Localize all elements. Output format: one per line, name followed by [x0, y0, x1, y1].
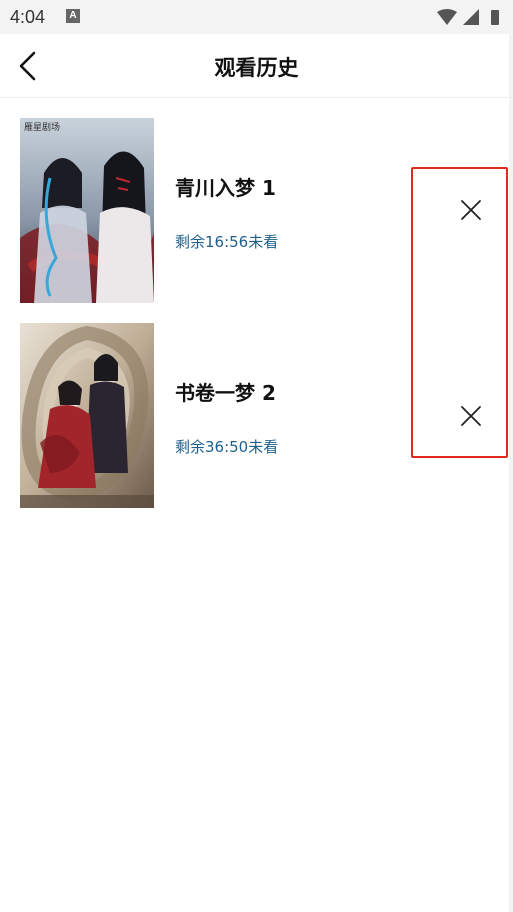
app-screen: 4:04 A 观看历史 雁星剧场 青川入梦 1 剩余16:56未看 书卷一梦 2…: [0, 0, 513, 912]
remove-item-button[interactable]: [456, 401, 486, 431]
remaining-time: 剩余16:56未看: [175, 233, 279, 251]
item-title[interactable]: 书卷一梦 2: [175, 377, 276, 406]
page-title: 观看历史: [214, 56, 299, 80]
status-time: 4:04: [10, 7, 46, 27]
signal-icon: [463, 9, 479, 25]
status-icons: [437, 9, 499, 25]
poster-image[interactable]: [20, 323, 154, 508]
close-icon: [461, 406, 481, 426]
poster-image[interactable]: 雁星剧场: [20, 118, 154, 303]
header: 观看历史: [0, 34, 513, 98]
notification-a-icon: A: [66, 9, 80, 23]
wifi-icon: [437, 9, 457, 25]
remaining-time: 剩余36:50未看: [175, 438, 279, 456]
screen-edge: [509, 34, 513, 912]
battery-icon: [491, 10, 499, 25]
close-icon: [461, 200, 481, 220]
item-title[interactable]: 青川入梦 1: [175, 172, 276, 201]
poster-caption: 雁星剧场: [24, 122, 60, 133]
status-bar: 4:04 A: [0, 0, 513, 34]
remove-item-button[interactable]: [456, 195, 486, 225]
